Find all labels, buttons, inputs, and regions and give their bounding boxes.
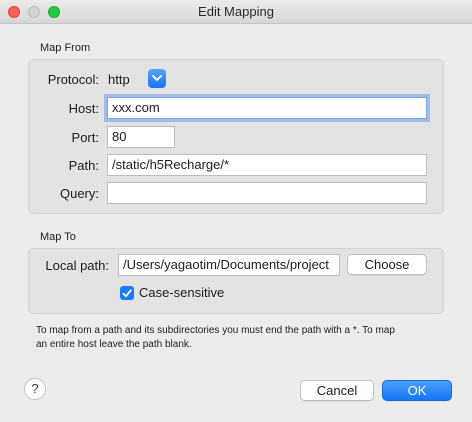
host-label: Host: [68, 101, 99, 116]
path-label: Path: [68, 158, 99, 173]
local-path-input[interactable]: /Users/yagaotim/Documents/project [118, 254, 340, 276]
help-button[interactable]: ? [24, 378, 46, 400]
case-sensitive-label: Case-sensitive [139, 285, 225, 300]
path-input[interactable]: /static/h5Recharge/* [107, 154, 427, 176]
protocol-value: http [108, 72, 130, 87]
map-to-heading: Map To [40, 231, 76, 243]
chevron-down-icon[interactable] [148, 69, 166, 88]
query-input[interactable] [107, 182, 427, 204]
edit-mapping-dialog: Edit Mapping Map From Protocol: http Hos… [0, 0, 472, 422]
port-input[interactable]: 80 [107, 126, 175, 148]
help-note-line-2: an entire host leave the path blank. [36, 339, 192, 350]
host-input[interactable]: xxx.com [107, 97, 427, 119]
help-note: To map from a path and its subdirectorie… [36, 324, 456, 352]
title-bar: Edit Mapping [0, 0, 472, 24]
ok-button[interactable]: OK [382, 380, 452, 401]
protocol-label: Protocol: [47, 72, 99, 87]
port-label: Port: [71, 130, 99, 145]
window-title: Edit Mapping [198, 4, 274, 19]
checkmark-icon[interactable] [120, 286, 134, 300]
choose-button[interactable]: Choose [347, 254, 427, 275]
query-label: Query: [59, 186, 99, 201]
local-path-label: Local path: [45, 258, 109, 273]
cancel-button[interactable]: Cancel [300, 380, 374, 401]
zoom-window-button[interactable] [48, 6, 60, 18]
minimize-window-button[interactable] [28, 6, 40, 18]
help-note-line-1: To map from a path and its subdirectorie… [36, 325, 395, 336]
close-window-button[interactable] [8, 6, 20, 18]
map-from-heading: Map From [40, 42, 91, 54]
